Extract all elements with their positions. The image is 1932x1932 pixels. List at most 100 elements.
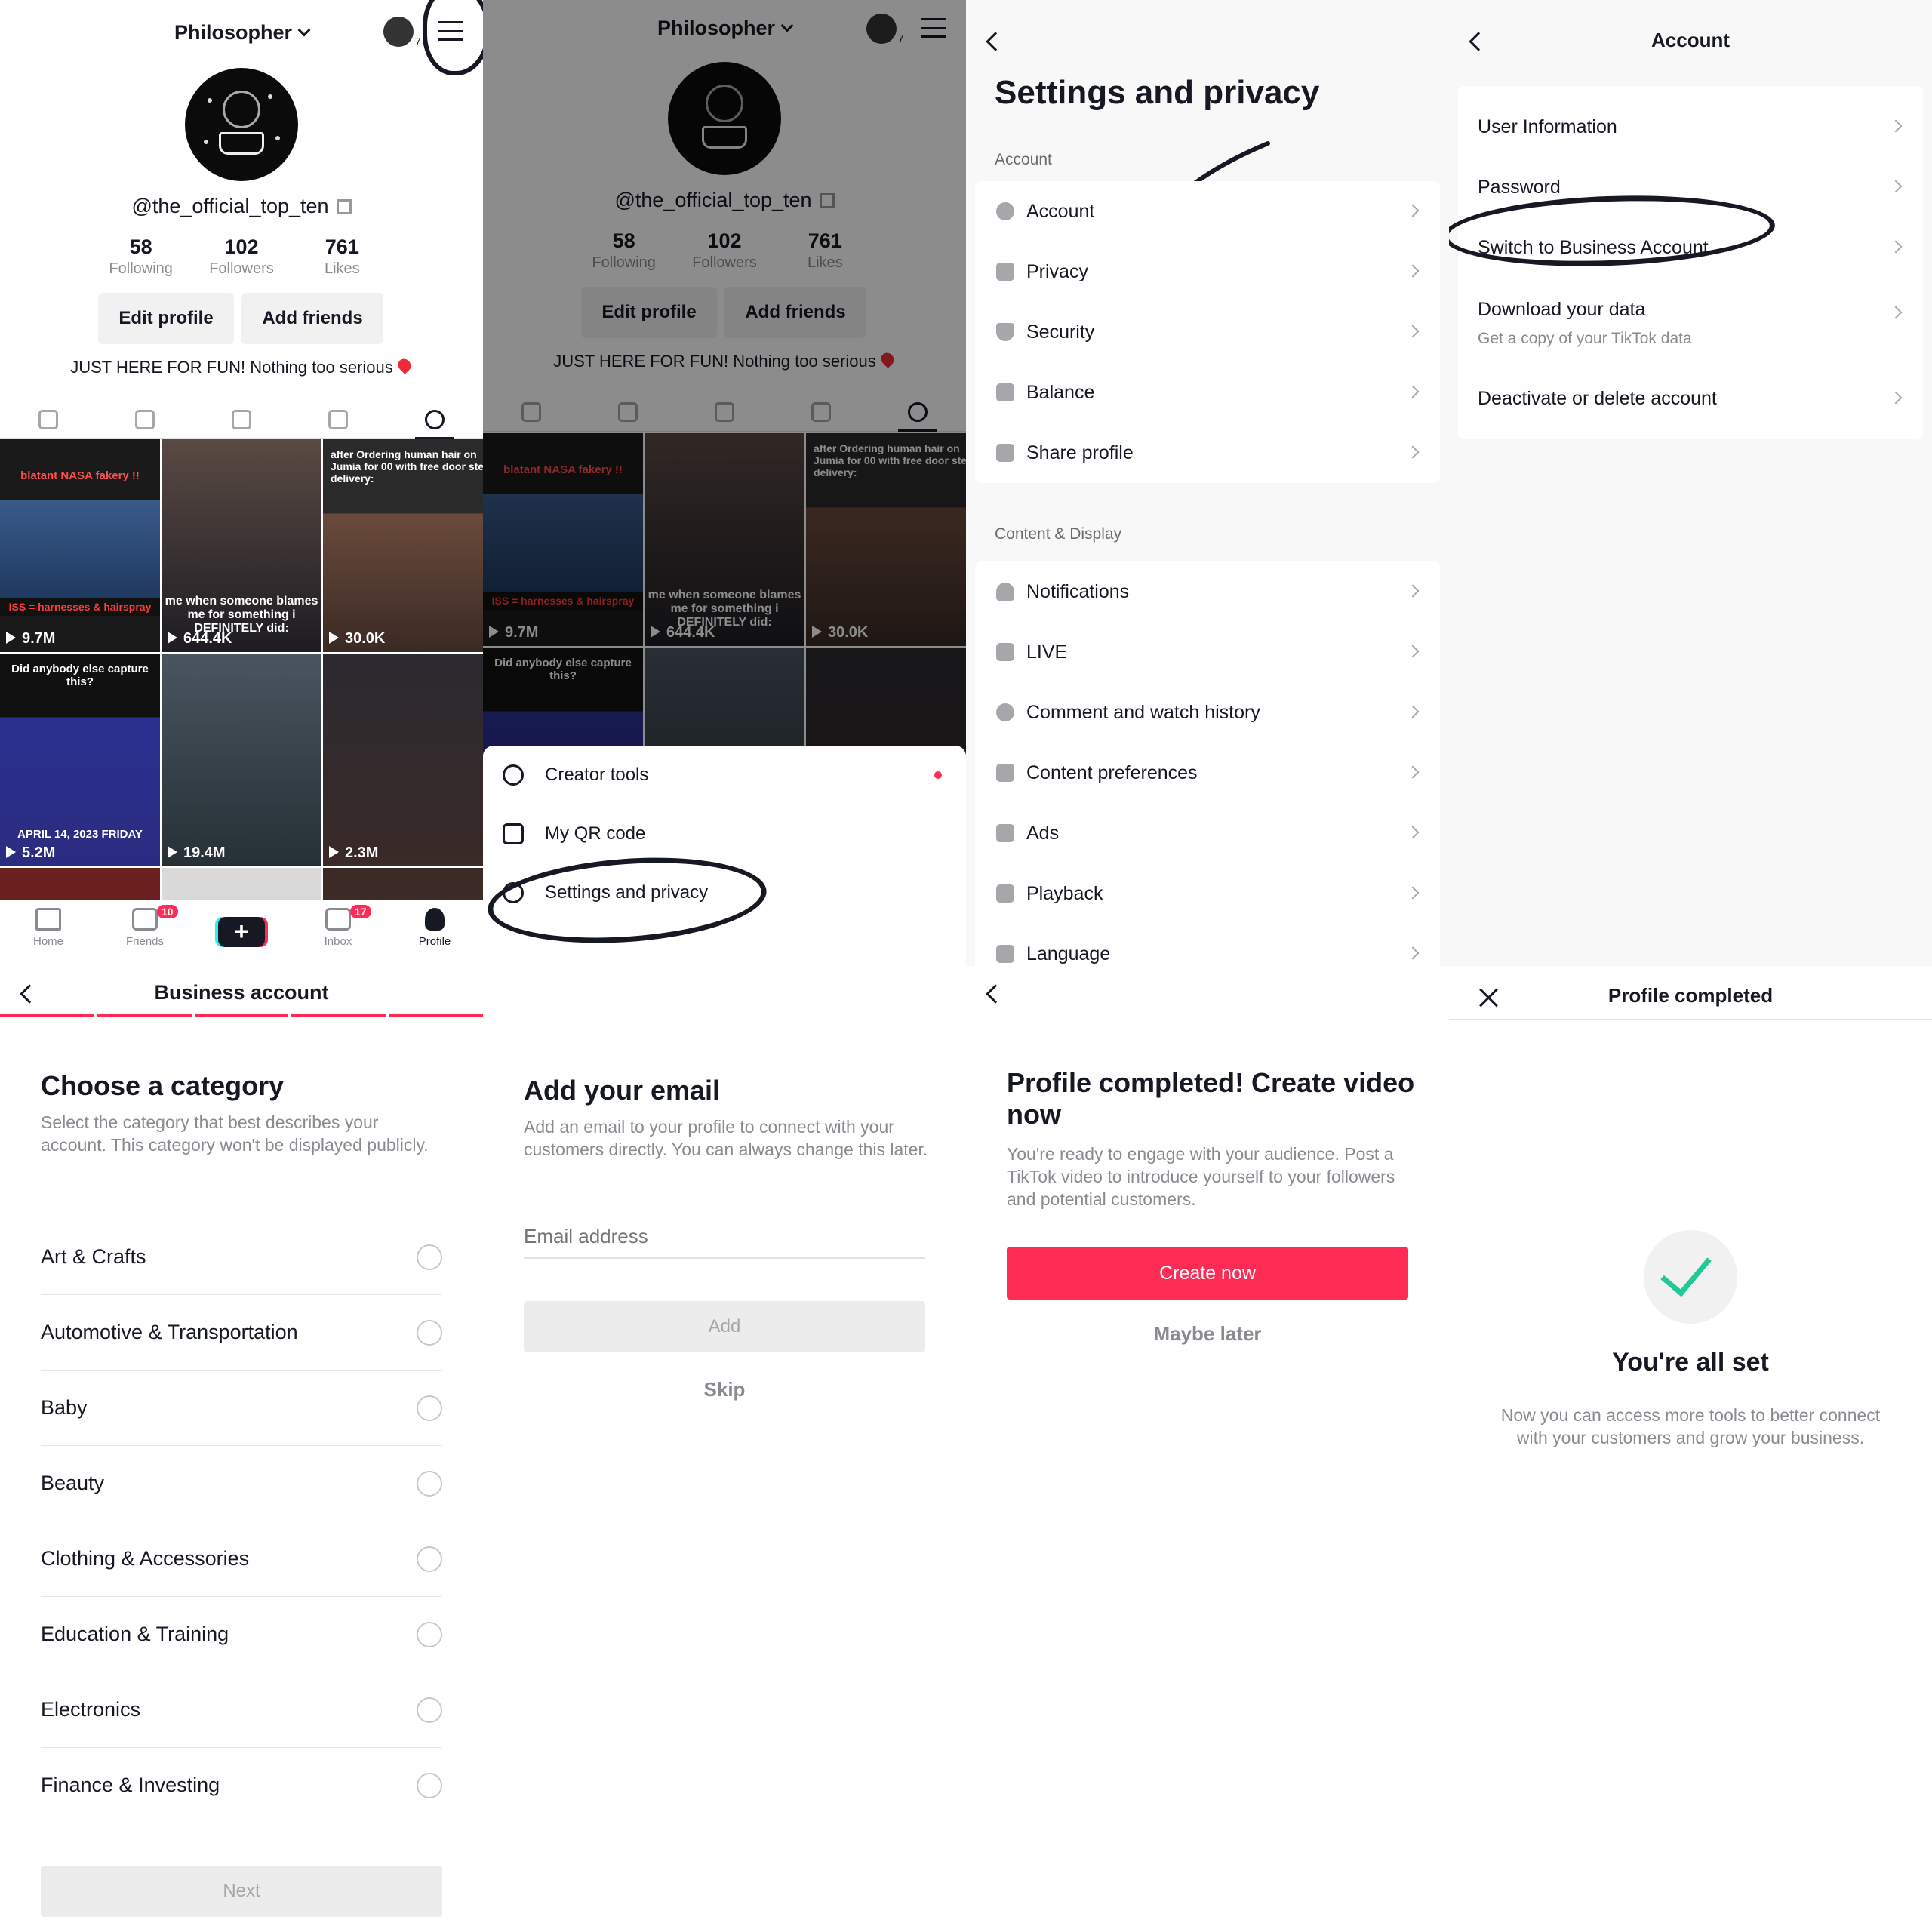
settings-item-language[interactable]: Language [975, 924, 1440, 966]
account-item-user-information[interactable]: User Information [1458, 97, 1923, 157]
play-icon [168, 632, 177, 644]
progress-step [291, 1014, 386, 1017]
video-thumbnail[interactable]: 19.4M [162, 654, 321, 866]
nav-profile[interactable]: Profile [386, 900, 483, 966]
video-thumbnail[interactable] [323, 868, 483, 901]
category-label: Electronics [41, 1698, 141, 1721]
maybe-later-button[interactable]: Maybe later [966, 1322, 1449, 1346]
skip-button[interactable]: Skip [483, 1378, 966, 1401]
email-field[interactable] [524, 1215, 925, 1259]
qr-code-icon[interactable] [336, 199, 352, 214]
settings-item-content-preferences[interactable]: Content preferences [975, 743, 1440, 803]
profile-avatar[interactable] [185, 68, 298, 181]
nav-inbox[interactable]: 17 Inbox [290, 900, 386, 966]
radio-button[interactable] [417, 1546, 442, 1572]
nav-friends[interactable]: 10 Friends [97, 900, 193, 966]
settings-item-label: Share profile [1026, 441, 1134, 463]
settings-item-share-profile[interactable]: Share profile [975, 423, 1440, 483]
account-item-subtitle: Get a copy of your TikTok data [1478, 329, 1692, 347]
play-icon [6, 846, 16, 858]
settings-item-privacy[interactable]: Privacy [975, 242, 1440, 302]
radio-button[interactable] [417, 1470, 442, 1497]
add-button[interactable]: Add [524, 1301, 925, 1352]
avatar-story[interactable]: 7 [383, 17, 421, 48]
category-option[interactable]: Baby [41, 1371, 442, 1446]
nav-home[interactable]: Home [0, 900, 97, 966]
category-option[interactable]: Clothing & Accessories [41, 1521, 442, 1597]
view-count: 2.3M [329, 844, 378, 862]
video-thumbnail[interactable] [162, 868, 321, 901]
account-item-label: Deactivate or delete account [1478, 387, 1717, 409]
tab-favorites[interactable] [290, 400, 386, 438]
book-illustration [219, 132, 264, 155]
category-option[interactable]: Finance & Investing [41, 1748, 442, 1823]
settings-item-account[interactable]: Account [975, 181, 1440, 242]
progress-step [389, 1014, 483, 1017]
category-option[interactable]: Automotive & Transportation [41, 1295, 442, 1371]
tab-liked[interactable] [386, 400, 483, 439]
video-thumbnail[interactable] [0, 868, 160, 901]
category-option[interactable]: Electronics [41, 1672, 442, 1748]
settings-item-history[interactable]: Comment and watch history [975, 682, 1440, 743]
video-thumbnail[interactable]: after Ordering human hair on Jumia for 0… [323, 439, 483, 652]
heart-icon [395, 356, 414, 374]
radio-button[interactable] [417, 1395, 442, 1421]
category-option[interactable]: Beauty [41, 1446, 442, 1521]
chevron-right-icon [1406, 886, 1420, 900]
category-option[interactable]: Education & Training [41, 1597, 442, 1672]
tab-videos[interactable] [0, 400, 97, 438]
category-option[interactable]: Art & Crafts [41, 1220, 442, 1295]
radio-button[interactable] [417, 1319, 442, 1346]
inbox-badge: 17 [350, 905, 371, 918]
views-text: 19.4M [183, 844, 226, 861]
settings-item-live[interactable]: LIVE [975, 622, 1440, 682]
tab-reposts[interactable] [193, 400, 290, 438]
video-caption: Did anybody else capture this? [11, 663, 149, 688]
section-description: Add an email to your profile to connect … [524, 1117, 928, 1159]
edit-profile-button[interactable]: Edit profile [98, 293, 234, 344]
video-thumbnail[interactable]: 2.3M [323, 654, 483, 866]
chevron-down-icon [297, 23, 311, 37]
success-badge [1644, 1230, 1737, 1324]
nav-create[interactable]: + [193, 900, 290, 966]
create-now-button[interactable]: Create now [1007, 1247, 1408, 1300]
settings-item-security[interactable]: Security [975, 302, 1440, 362]
radio-button[interactable] [417, 1621, 442, 1647]
live-icon [996, 643, 1014, 661]
settings-item-playback[interactable]: Playback [975, 863, 1440, 924]
account-item-deactivate[interactable]: Deactivate or delete account [1458, 368, 1923, 429]
back-icon[interactable] [986, 984, 1005, 1004]
back-icon[interactable] [986, 32, 1005, 51]
add-friends-button[interactable]: Add friends [242, 293, 383, 344]
views-text: 30.0K [345, 630, 386, 647]
menu-sheet: Creator tools My QR code Settings and pr… [483, 746, 966, 966]
screenshot-collage: Philosopher 7 @the_official_top_ten 58 Fo… [0, 0, 1932, 1932]
settings-item-ads[interactable]: Ads [975, 803, 1440, 863]
account-item-label: Download your data [1478, 298, 1646, 320]
settings-item-notifications[interactable]: Notifications [975, 561, 1440, 622]
radio-button[interactable] [417, 1772, 442, 1798]
inbox-icon [325, 908, 351, 931]
section-header: Content & Display [995, 525, 1122, 543]
view-count: 19.4M [168, 844, 226, 862]
radio-button[interactable] [417, 1244, 442, 1270]
section-description: Select the category that best describes … [41, 1112, 429, 1155]
next-button[interactable]: Next [41, 1866, 442, 1917]
radio-button[interactable] [417, 1697, 442, 1723]
video-thumbnail[interactable]: me when someone blames me for something … [162, 439, 321, 652]
settings-item-balance[interactable]: Balance [975, 362, 1440, 423]
stat-following[interactable]: 58 Following [91, 235, 191, 278]
account-item-download-data[interactable]: Download your data Get a copy of your Tik… [1458, 278, 1923, 368]
category-label: Baby [41, 1396, 88, 1419]
video-thumbnail[interactable]: Did anybody else capture this? APRIL 14, … [0, 654, 160, 866]
video-thumbnail[interactable]: blatant NASA fakery !! ISS = harnesses & … [0, 439, 160, 652]
menu-item-creator-tools[interactable]: Creator tools [503, 746, 948, 804]
menu-item-qr-code[interactable]: My QR code [503, 804, 948, 863]
category-label: Beauty [41, 1472, 105, 1494]
stat-followers[interactable]: 102 Followers [191, 235, 291, 278]
tab-private[interactable] [97, 400, 193, 438]
stat-likes[interactable]: 761 Likes [292, 235, 392, 278]
views-text: 9.7M [22, 630, 56, 647]
view-count: 5.2M [6, 844, 55, 862]
profile-menu-screen: Philosopher 7 @the_official_top_ten 58 Fo… [483, 0, 966, 966]
